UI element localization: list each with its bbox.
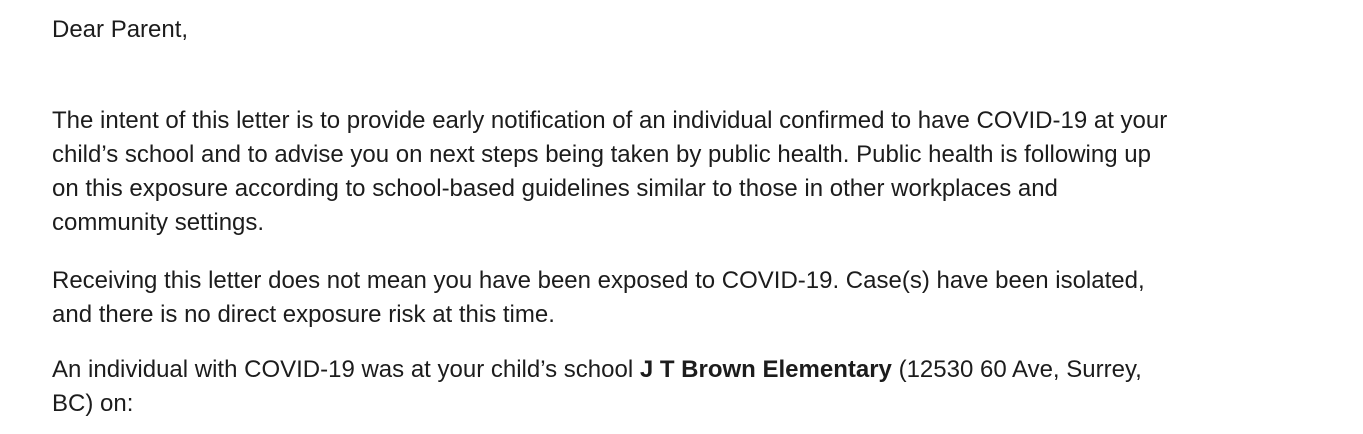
paragraph-line: child’s school and to advise you on next… <box>52 141 1151 168</box>
paragraph-line: Receiving this letter does not mean you … <box>52 267 1145 294</box>
school-address: (12530 60 Ave, Surrey, <box>891 356 1142 383</box>
letter-greeting: Dear Parent, <box>52 16 189 43</box>
paragraph-line: The intent of this letter is to provide … <box>52 107 1168 134</box>
school-name: J T Brown Elementary <box>639 356 892 383</box>
paragraph-line: BC) on: <box>52 390 134 417</box>
paragraph-line: An individual with COVID-19 was at your … <box>52 353 1142 387</box>
school-text-prefix: An individual with COVID-19 was at your … <box>52 356 640 383</box>
paragraph-school-details: An individual with COVID-19 was at your … <box>52 353 1142 421</box>
paragraph-intent: The intent of this letter is to provide … <box>52 104 1167 240</box>
paragraph-exposure-notice: Receiving this letter does not mean you … <box>52 264 1145 332</box>
paragraph-line: community settings. <box>52 209 265 236</box>
paragraph-line: and there is no direct exposure risk at … <box>52 301 555 328</box>
paragraph-line: on this exposure according to school-bas… <box>52 175 1058 202</box>
